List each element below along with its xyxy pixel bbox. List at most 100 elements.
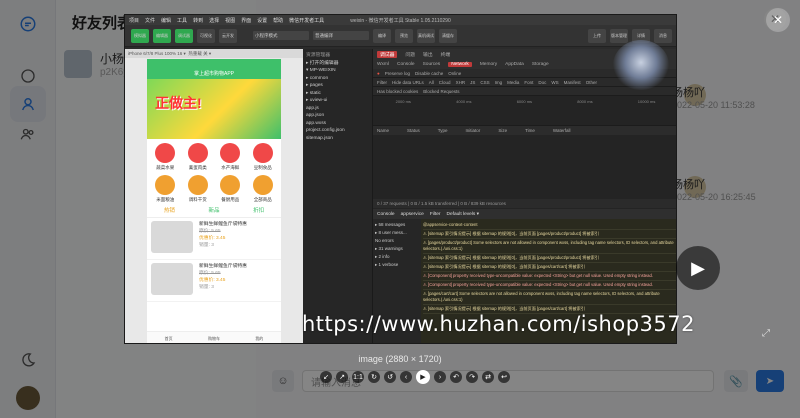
console-filter: Filter (429, 211, 441, 217)
has-blocked-cookies: Has blocked cookies (377, 88, 419, 94)
tab-output: 输出 (423, 52, 433, 58)
preserve-log: Preserve log (384, 70, 410, 76)
file-explorer: 资源管理器 ▸ 打开的编辑器 ▾ MP-WEIXIN ▸ common ▸ pa… (303, 49, 373, 343)
viewer-button[interactable]: ▶ (416, 370, 430, 384)
category-icon (187, 175, 208, 195)
debugger-panel: 调试器 问题 输出 终端 Wxml Console Sources Networ… (373, 49, 676, 343)
menu-item: 转到 (193, 17, 204, 24)
tab-memory: Memory (479, 61, 498, 67)
type-filter: Doc (538, 79, 547, 85)
viewer-button[interactable]: ↩ (498, 371, 510, 383)
tab-terminal: 终端 (440, 52, 451, 58)
menu-item: 项目 (129, 17, 140, 24)
phone-screen: 掌上超市购物APP 正做主! 蔬菜水果 禽蛋肉类 水产海鲜 豆制食品 米面粮油 调料干货 餐… (147, 59, 281, 343)
open-editors: ▸ 打开的编辑器 (306, 60, 339, 66)
product-tabs: 热销 新品 折扣 (147, 203, 281, 218)
type-filter: Font (524, 79, 534, 85)
console-side-item: No errors (375, 238, 394, 243)
tab-console: Console (397, 61, 415, 67)
product-price: 优惠价: 3.45 (199, 278, 226, 283)
category-icon (252, 175, 273, 195)
tab-hot: 热销 (163, 208, 175, 214)
console-line: ⚠ [sitemap 索引情况提示] 根据 sitemap 的规则[0]，当前页… (423, 230, 676, 239)
simulator-device: iPhone 6/7/8 Plus 100% 16 ▾ 热重载 关 ▾ (125, 49, 303, 58)
category-icon (220, 143, 241, 163)
viewer-button[interactable]: ‹ (400, 371, 412, 383)
expand-icon[interactable]: ⤢ (762, 328, 770, 339)
tree-item: app.js (306, 105, 319, 111)
type-filter: Media (507, 79, 520, 85)
category-item: 全部商品 (247, 175, 280, 203)
tabbar-me: 我的 (255, 335, 264, 341)
category-label: 蔬菜水果 (156, 165, 175, 170)
column-header: Initiator (465, 128, 481, 133)
viewer-button[interactable]: › (434, 371, 446, 383)
record-icon: ● (377, 70, 380, 76)
real-debug-button: 真机调试 (417, 28, 435, 43)
console-levels: Default levels ▾ (446, 211, 480, 217)
phone-nav-title: 掌上超市购物APP (147, 67, 281, 79)
category-label: 禽蛋肉类 (188, 165, 207, 170)
product-price: 优惠价: 3.45 (199, 236, 226, 241)
menu-item: 视图 (225, 17, 236, 24)
category-item: 禽蛋肉类 (182, 143, 215, 171)
timeline-tick: 2000 ms (395, 99, 411, 104)
console-line: @appservice-context-content (423, 221, 676, 230)
banner-text: 正做主! (155, 95, 202, 111)
type-filter: Hide data URLs (392, 79, 424, 85)
column-header: Type (437, 128, 448, 133)
phone-status-bar (147, 59, 281, 67)
column-header: Status (407, 128, 420, 133)
viewer-button[interactable]: ↶ (450, 371, 462, 383)
close-viewer-icon[interactable]: ✕ (766, 8, 790, 32)
tab-storage: Storage (531, 61, 549, 67)
throttle-select: Online (448, 70, 462, 76)
version-button: 版本管理 (610, 28, 628, 43)
editor-button: 编辑器 (153, 28, 171, 43)
visual-button: 可视化 (197, 28, 215, 43)
viewer-button[interactable]: ↗ (336, 371, 348, 383)
compile-select: 普通编译 (313, 31, 369, 40)
type-filter: XHR (455, 79, 466, 85)
blocked-requests: Blocked Requests (423, 88, 460, 94)
play-icon[interactable]: ▶ (676, 246, 720, 290)
category-icon (252, 143, 273, 163)
project-root: ▾ MP-WEIXIN (306, 68, 336, 73)
column-header: Name (377, 128, 390, 133)
tree-item: ▸ static (306, 90, 321, 96)
devtools-window-title: weixin - 微信开发者工具 Stable 1.05.2110290 (350, 17, 451, 24)
tree-item: sitemap.json (306, 135, 333, 141)
preview-button: 预览 (395, 28, 413, 43)
viewer-button[interactable]: ↺ (384, 371, 396, 383)
category-label: 餐厨用品 (221, 197, 240, 202)
viewer-button[interactable]: ⇄ (482, 371, 494, 383)
menu-item: 帮助 (273, 17, 284, 24)
product-sold: 销量: 3 (199, 285, 214, 290)
type-filter: WS (551, 79, 559, 85)
menu-item: 界面 (241, 17, 252, 24)
tree-item: ▸ common (306, 75, 329, 81)
category-item: 蔬菜水果 (149, 143, 182, 171)
category-item: 餐厨用品 (214, 175, 247, 203)
devtools-menubar: 项目 文件 编辑 工具 转到 选择 视图 界面 设置 帮助 微信开发者工具 we… (125, 15, 676, 25)
console-line: ⚠ [sitemap 索引情况提示] 根据 sitemap 的规则[0]，当前页… (423, 254, 676, 263)
explorer-header: 资源管理器 (306, 53, 330, 58)
disable-cache: Disable cache (414, 70, 444, 76)
type-filter: CSS (480, 79, 490, 85)
viewer-button[interactable]: ↻ (368, 371, 380, 383)
promo-banner: 正做主! (147, 79, 281, 139)
viewer-button[interactable]: ↙ (320, 371, 332, 383)
console-context: appservice (400, 211, 424, 217)
image-caption: image (2880 × 1720) (358, 354, 442, 364)
viewer-button[interactable]: ↷ (466, 371, 478, 383)
console-side-item: ▸ 8 user mess... (375, 230, 407, 235)
category-item: 调料干货 (182, 175, 215, 203)
tabbar-cart: 购物车 (207, 335, 220, 341)
console-line: ⚠ [pages/cart/cart] Some selectors are n… (423, 290, 676, 305)
tab-new: 新品 (208, 208, 220, 214)
category-label: 调料干货 (188, 197, 207, 202)
network-columns: Name Status Type Initiator Size Time Wat… (373, 126, 676, 135)
menu-item: 设置 (257, 17, 268, 24)
tab-problems: 问题 (405, 52, 416, 58)
viewer-button[interactable]: 1:1 (352, 371, 364, 383)
